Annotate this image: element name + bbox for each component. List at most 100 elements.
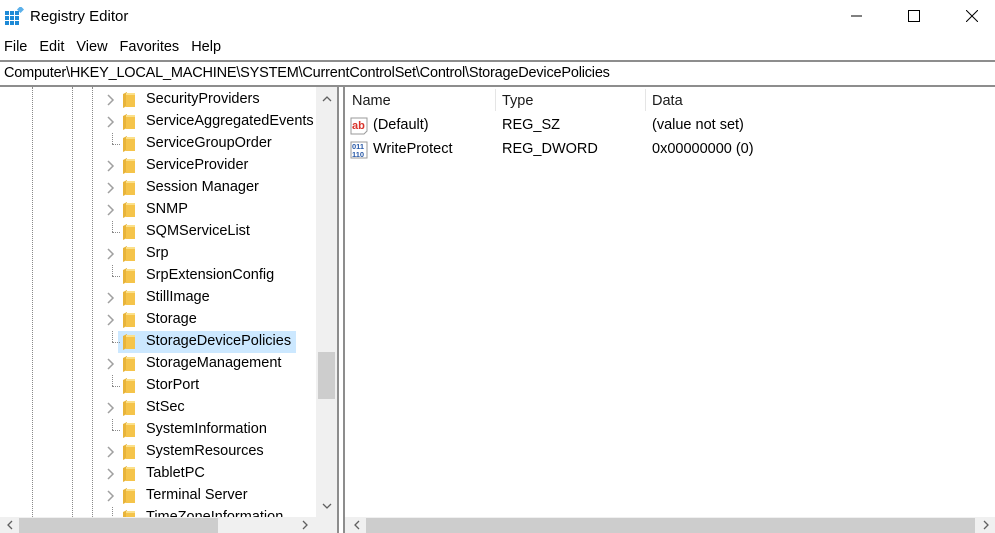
tree-item[interactable]: Storage: [0, 309, 316, 331]
menu-view[interactable]: View: [72, 36, 113, 60]
folder-icon: [122, 334, 136, 350]
minimize-icon: [851, 15, 862, 17]
tree-item[interactable]: StorPort: [0, 375, 316, 397]
tree-item-label: Storage: [146, 311, 197, 327]
tree-item[interactable]: SecurityProviders: [0, 89, 316, 111]
menu-edit[interactable]: Edit: [35, 36, 70, 60]
folder-icon: [122, 290, 136, 306]
tree-connector-line: [112, 133, 120, 155]
value-data: 0x00000000 (0): [652, 141, 754, 157]
address-bar[interactable]: Computer\HKEY_LOCAL_MACHINE\SYSTEM\Curre…: [0, 60, 995, 87]
chevron-right-icon: [302, 520, 308, 530]
close-icon: [966, 10, 978, 22]
tree-item[interactable]: Srp: [0, 243, 316, 265]
values-horizontal-scrollbar[interactable]: [345, 517, 995, 533]
tree-item[interactable]: StorageDevicePolicies: [0, 331, 316, 353]
expand-chevron-icon[interactable]: [105, 159, 117, 173]
tree-item-label: SystemInformation: [146, 421, 267, 437]
address-path[interactable]: Computer\HKEY_LOCAL_MACHINE\SYSTEM\Curre…: [4, 65, 610, 81]
tree-item-label: ServiceProvider: [146, 157, 249, 173]
tree-item[interactable]: SrpExtensionConfig: [0, 265, 316, 287]
values-horizontal-scroll-thumb[interactable]: [366, 518, 975, 533]
expand-chevron-icon[interactable]: [105, 203, 117, 217]
tree-item-label: SystemResources: [146, 443, 264, 459]
expand-chevron-icon[interactable]: [105, 467, 117, 481]
expand-chevron-icon[interactable]: [105, 247, 117, 261]
menu-help[interactable]: Help: [187, 36, 227, 60]
expand-chevron-icon[interactable]: [105, 291, 117, 305]
menu-favorites[interactable]: Favorites: [116, 36, 186, 60]
value-data: (value not set): [652, 117, 744, 133]
folder-icon: [122, 180, 136, 196]
tree-horizontal-scrollbar[interactable]: [0, 517, 337, 533]
expand-chevron-icon[interactable]: [105, 357, 117, 371]
value-row[interactable]: 011 110 WriteProtect REG_DWORD 0x0000000…: [345, 138, 995, 162]
chevron-down-icon: [322, 503, 331, 509]
tree-item-label: StillImage: [146, 289, 210, 305]
tree-vertical-scrollbar[interactable]: [316, 87, 337, 517]
column-header-type[interactable]: Type: [502, 87, 533, 113]
minimize-button[interactable]: [834, 0, 880, 32]
tree-scroll-right-button[interactable]: [298, 518, 312, 532]
values-scroll-left-button[interactable]: [349, 518, 363, 532]
expand-chevron-icon[interactable]: [105, 401, 117, 415]
column-separator[interactable]: [495, 89, 496, 111]
tree-item[interactable]: StorageManagement: [0, 353, 316, 375]
tree-item[interactable]: TabletPC: [0, 463, 316, 485]
tree-item-label: StSec: [146, 399, 185, 415]
tree-horizontal-scroll-thumb[interactable]: [19, 518, 218, 533]
folder-icon: [122, 114, 136, 130]
column-separator[interactable]: [645, 89, 646, 111]
tree-item[interactable]: ServiceGroupOrder: [0, 133, 316, 155]
tree-connector-line: [112, 221, 120, 243]
binary-value-icon: 011 110: [350, 141, 368, 159]
folder-icon: [122, 400, 136, 416]
tree-scroll-left-button[interactable]: [2, 518, 16, 532]
expand-chevron-icon[interactable]: [105, 181, 117, 195]
string-value-icon: ab: [350, 117, 368, 135]
folder-icon: [122, 224, 136, 240]
menu-file[interactable]: File: [0, 36, 33, 60]
values-scroll-right-button[interactable]: [979, 518, 993, 532]
value-name: WriteProtect: [373, 141, 453, 157]
tree-item[interactable]: ServiceAggregatedEvents: [0, 111, 316, 133]
expand-chevron-icon[interactable]: [105, 445, 117, 459]
tree-vertical-scroll-thumb[interactable]: [318, 352, 335, 399]
tree-connector-line: [112, 265, 120, 287]
maximize-button[interactable]: [891, 0, 937, 32]
tree-item[interactable]: SQMServiceList: [0, 221, 316, 243]
tree-item-label: ServiceGroupOrder: [146, 135, 272, 151]
expand-chevron-icon[interactable]: [105, 115, 117, 129]
column-header-data[interactable]: Data: [652, 87, 683, 113]
expand-chevron-icon[interactable]: [105, 313, 117, 327]
column-header-name[interactable]: Name: [352, 87, 391, 113]
tree-item[interactable]: SystemInformation: [0, 419, 316, 441]
tree-item[interactable]: StillImage: [0, 287, 316, 309]
pane-splitter[interactable]: [337, 87, 345, 533]
tree-item[interactable]: Session Manager: [0, 177, 316, 199]
window-title: Registry Editor: [30, 8, 129, 25]
expand-chevron-icon[interactable]: [105, 93, 117, 107]
tree-item-label: Session Manager: [146, 179, 259, 195]
folder-icon: [122, 378, 136, 394]
tree-item-label: StorageManagement: [146, 355, 282, 371]
tree-connector-line: [112, 331, 120, 353]
tree-item[interactable]: Terminal Server: [0, 485, 316, 507]
value-row[interactable]: ab (Default) REG_SZ (value not set): [345, 114, 995, 138]
tree-item[interactable]: ServiceProvider: [0, 155, 316, 177]
folder-icon: [122, 136, 136, 152]
tree-item[interactable]: SNMP: [0, 199, 316, 221]
close-button[interactable]: [949, 0, 995, 32]
tree-item[interactable]: SystemResources: [0, 441, 316, 463]
chevron-right-icon: [983, 520, 989, 530]
folder-icon: [122, 312, 136, 328]
tree-connector-line: [112, 419, 120, 441]
folder-icon: [122, 488, 136, 504]
folder-icon: [122, 202, 136, 218]
tree-item-label: SNMP: [146, 201, 188, 217]
scroll-up-button[interactable]: [316, 87, 337, 109]
value-name: (Default): [373, 117, 429, 133]
scroll-down-button[interactable]: [316, 495, 337, 517]
tree-item[interactable]: StSec: [0, 397, 316, 419]
expand-chevron-icon[interactable]: [105, 489, 117, 503]
